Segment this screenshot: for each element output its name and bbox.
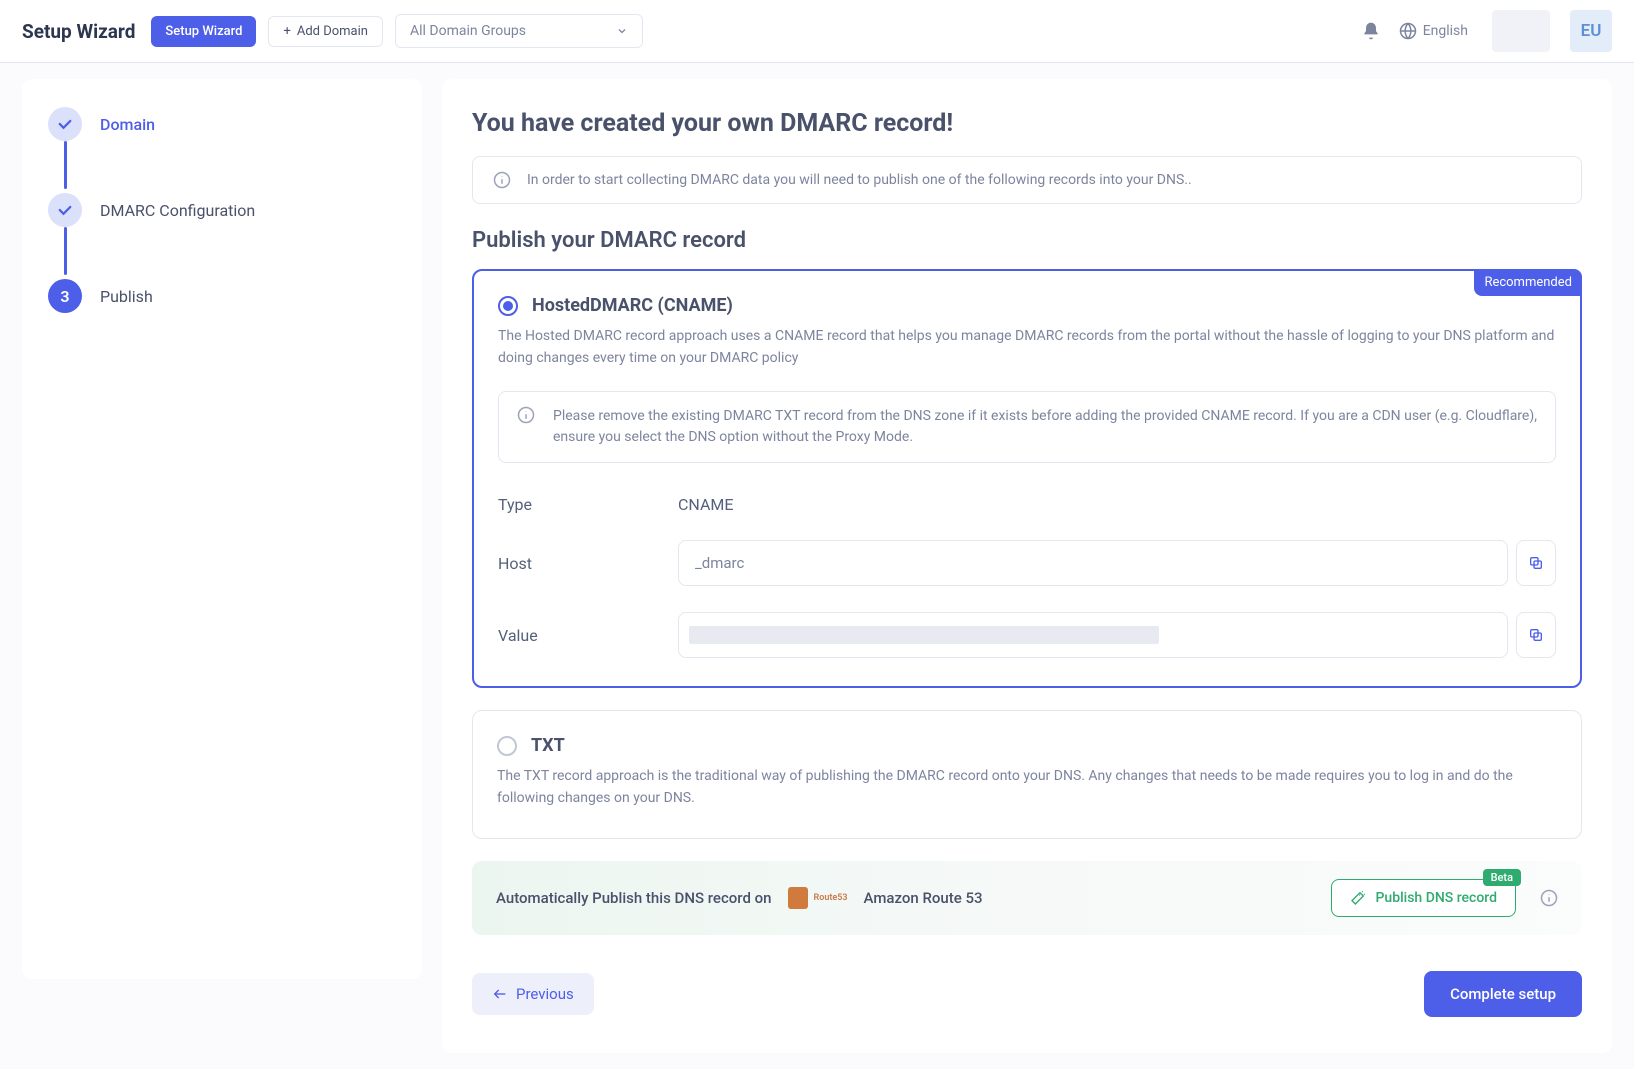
info-icon — [517, 406, 535, 448]
user-avatar[interactable] — [1492, 10, 1550, 52]
host-label: Host — [498, 554, 678, 573]
hosted-title: HostedDMARC (CNAME) — [532, 295, 733, 316]
step-label: Publish — [100, 287, 153, 306]
auto-publish-text-pre: Automatically Publish this DNS record on — [496, 889, 772, 907]
hosted-warning-text: Please remove the existing DMARC TXT rec… — [553, 406, 1537, 448]
step-number: 3 — [48, 279, 82, 313]
top-header: Setup Wizard Setup Wizard + Add Domain A… — [0, 0, 1634, 63]
previous-button[interactable]: Previous — [472, 973, 594, 1015]
step-dmarc-config[interactable]: DMARC Configuration — [48, 193, 396, 227]
radio-txt[interactable] — [497, 736, 517, 756]
publish-dns-label: Publish DNS record — [1376, 890, 1498, 906]
wizard-main: You have created your own DMARC record! … — [442, 79, 1612, 1053]
chevron-down-icon — [616, 25, 628, 37]
copy-icon — [1528, 627, 1544, 643]
dns-publish-info: In order to start collecting DMARC data … — [472, 156, 1582, 204]
auto-publish-provider: Amazon Route 53 — [864, 889, 983, 907]
domain-group-select[interactable]: All Domain Groups — [395, 14, 643, 48]
value-label: Value — [498, 626, 678, 645]
info-icon — [493, 171, 511, 189]
auto-publish-bar: Automatically Publish this DNS record on… — [472, 861, 1582, 935]
info-text: In order to start collecting DMARC data … — [527, 172, 1192, 188]
route53-logo-text: Route53 — [814, 893, 848, 903]
globe-icon — [1399, 22, 1417, 40]
value-redacted — [689, 626, 1159, 644]
info-icon[interactable] — [1540, 889, 1558, 907]
hosted-description: The Hosted DMARC record approach uses a … — [498, 326, 1556, 369]
type-value: CNAME — [678, 495, 733, 514]
check-icon — [48, 193, 82, 227]
setup-wizard-button[interactable]: Setup Wizard — [151, 16, 256, 47]
recommended-badge: Recommended — [1474, 269, 1582, 296]
main-heading: You have created your own DMARC record! — [472, 109, 1582, 138]
previous-label: Previous — [516, 985, 574, 1003]
wizard-steps-sidebar: Domain DMARC Configuration 3 Publish — [22, 79, 422, 979]
record-host-row: Host _dmarc — [498, 540, 1556, 586]
txt-title: TXT — [531, 735, 565, 756]
type-label: Type — [498, 495, 678, 514]
wizard-footer: Previous Complete setup — [472, 971, 1582, 1017]
step-label: DMARC Configuration — [100, 201, 255, 220]
step-label: Domain — [100, 115, 155, 134]
language-label: English — [1423, 23, 1468, 39]
route53-icon — [788, 887, 808, 909]
region-badge[interactable]: EU — [1570, 10, 1612, 52]
copy-value-button[interactable] — [1516, 612, 1556, 658]
check-icon — [48, 107, 82, 141]
route53-logo: Route53 — [788, 887, 848, 909]
host-input[interactable]: _dmarc — [678, 540, 1508, 586]
add-domain-label: Add Domain — [297, 24, 368, 39]
publish-subheading: Publish your DMARC record — [472, 228, 1582, 253]
arrow-left-icon — [492, 986, 508, 1002]
notifications-icon[interactable] — [1355, 15, 1387, 47]
step-publish[interactable]: 3 Publish — [48, 279, 396, 313]
hosted-warning: Please remove the existing DMARC TXT rec… — [498, 391, 1556, 463]
option-txt: TXT The TXT record approach is the tradi… — [472, 710, 1582, 838]
magic-wand-icon — [1350, 890, 1366, 906]
page-title: Setup Wizard — [22, 20, 135, 43]
txt-description: The TXT record approach is the tradition… — [497, 766, 1557, 809]
value-input[interactable] — [678, 612, 1508, 658]
beta-badge: Beta — [1483, 869, 1521, 886]
record-type-row: Type CNAME — [498, 495, 1556, 514]
copy-host-button[interactable] — [1516, 540, 1556, 586]
option-hosted-dmarc: Recommended HostedDMARC (CNAME) The Host… — [472, 269, 1582, 688]
publish-dns-button[interactable]: Publish DNS record Beta — [1331, 879, 1517, 917]
add-domain-button[interactable]: + Add Domain — [268, 16, 383, 47]
language-selector[interactable]: English — [1399, 22, 1468, 40]
domain-group-selected: All Domain Groups — [410, 23, 526, 39]
plus-icon: + — [283, 24, 290, 39]
radio-hosted[interactable] — [498, 296, 518, 316]
step-domain[interactable]: Domain — [48, 107, 396, 141]
complete-setup-button[interactable]: Complete setup — [1424, 971, 1582, 1017]
copy-icon — [1528, 555, 1544, 571]
record-value-row: Value — [498, 612, 1556, 658]
